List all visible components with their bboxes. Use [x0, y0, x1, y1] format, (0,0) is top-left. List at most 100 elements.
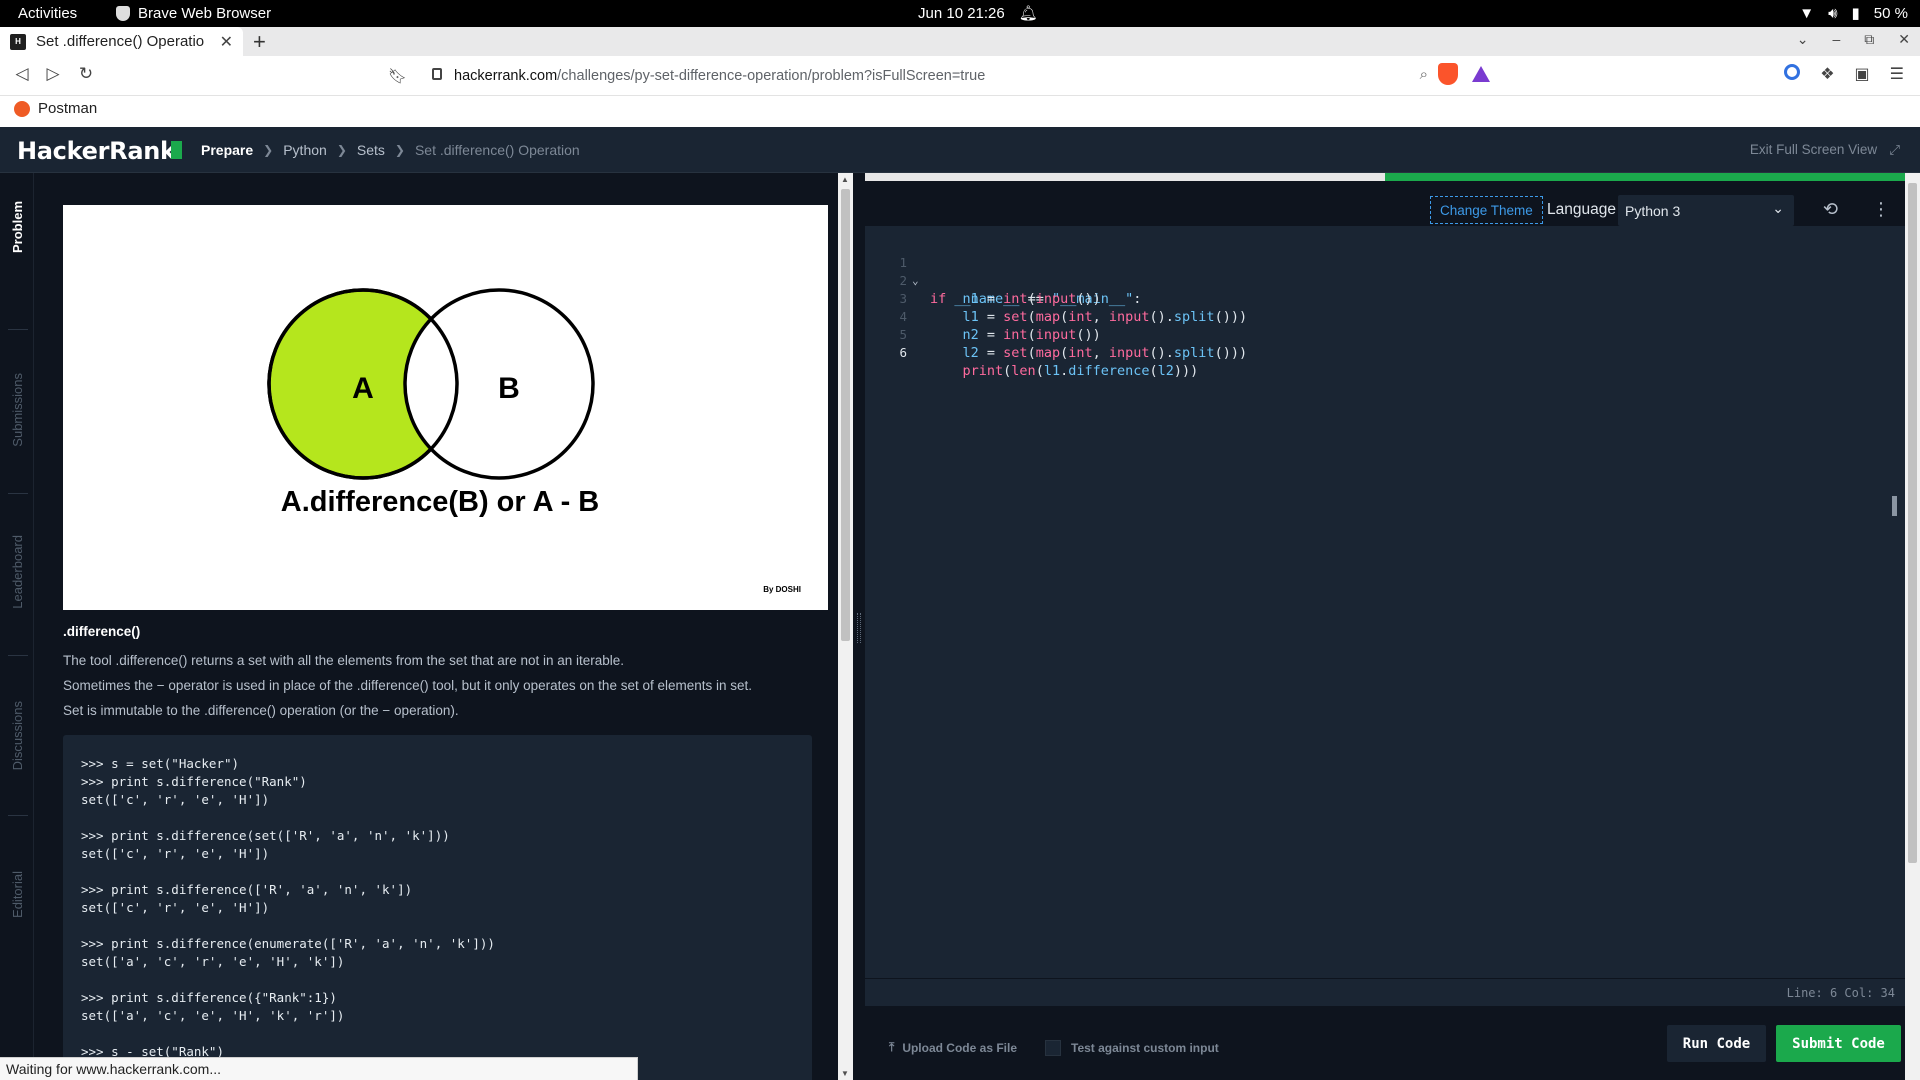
close-tab-icon[interactable]: ✕ [220, 32, 233, 52]
tab-search-chevron-icon[interactable]: ⌄ [1797, 31, 1809, 48]
custom-input-checkbox[interactable] [1045, 1040, 1061, 1056]
editor-toolbar: Change Theme Language Python 3 ⌄ ⟲ ⋮ [865, 181, 1905, 226]
code-line: 1 ⌄ if __name__ == "__main__": [865, 236, 1865, 307]
language-select[interactable]: Python 3 ⌄ [1618, 195, 1794, 226]
divider [8, 815, 28, 816]
exit-full-screen-link[interactable]: Exit Full Screen View ⤢ [1750, 142, 1900, 158]
maximize-icon[interactable]: ⧉ [1864, 31, 1874, 48]
breadcrumb-sets[interactable]: Sets [357, 142, 385, 158]
bookmarks-bar: Postman [0, 96, 1920, 127]
new-tab-button[interactable]: + [253, 29, 266, 55]
back-icon[interactable]: ◁ [10, 64, 34, 84]
brave-shields-icon[interactable] [1438, 63, 1458, 85]
problem-side-tabs: Problem Submissions Leaderboard Discussi… [0, 173, 34, 1080]
run-code-button[interactable]: Run Code [1667, 1025, 1766, 1062]
progress-bar [865, 173, 1905, 181]
venn-label-b: B [498, 372, 520, 405]
screen: Activities Brave Web Browser Jun 10 21:2… [0, 0, 1920, 1080]
wallet-icon[interactable]: ▣ [1855, 64, 1870, 84]
app-menu-label: Brave Web Browser [138, 5, 272, 22]
editor-scroll-marker[interactable] [1892, 496, 1897, 516]
tab-editorial-label: Editorial [9, 871, 25, 918]
close-window-icon[interactable]: ✕ [1898, 31, 1910, 48]
minimize-icon[interactable]: – [1832, 31, 1840, 48]
breadcrumb: Prepare ❯ Python ❯ Sets ❯ Set .differenc… [201, 142, 580, 158]
system-status-area[interactable]: ▼ 🔊︎ ▮ 50 % [1799, 4, 1908, 23]
tab-editorial[interactable]: Editorial [0, 871, 34, 918]
puzzle-extensions-icon[interactable]: ❖ [1820, 64, 1834, 84]
code-line: 5 l2 = set(map(int, input().split())) [865, 308, 1865, 361]
scrollbar-thumb[interactable] [841, 189, 850, 641]
upload-label: Upload Code as File [902, 1040, 1017, 1055]
hackerrank-header: HackerRank Prepare ❯ Python ❯ Sets ❯ Set… [0, 127, 1920, 173]
battery-icon: ▮ [1851, 5, 1860, 22]
code-line: 6 print(len(l1.difference(l2))) [865, 326, 1865, 379]
bookmark-postman[interactable]: Postman [14, 100, 97, 117]
upload-code-button[interactable]: ⤒ Upload Code as File [889, 1040, 1017, 1055]
browser-tab-active[interactable]: H Set .difference() Operatio ✕ [0, 27, 243, 56]
scrollbar-thumb[interactable] [1908, 183, 1917, 863]
clock[interactable]: Jun 10 21:26 🔔︎ [918, 4, 1038, 23]
history-icon[interactable]: ⟲ [1823, 199, 1838, 220]
code-editor[interactable]: 1 ⌄ if __name__ == "__main__": 2 n1 = in… [865, 226, 1905, 978]
line-number: 6 [899, 345, 907, 360]
change-theme-button[interactable]: Change Theme [1430, 196, 1543, 224]
custom-input-toggle[interactable]: Test against custom input [1045, 1040, 1219, 1056]
scroll-down-icon[interactable]: ▼ [841, 1069, 849, 1078]
bookmark-label: Postman [38, 100, 98, 117]
venn-caption: A.difference(B) or A - B [281, 486, 599, 518]
loading-status: Waiting for www.hackerrank.com... [0, 1057, 638, 1080]
battery-percent: 50 % [1873, 4, 1908, 22]
paragraph: Set is immutable to the .difference() op… [63, 703, 459, 718]
exit-full-screen-label: Exit Full Screen View [1749, 142, 1878, 157]
drag-handle-icon[interactable] [857, 613, 861, 643]
progress-fill [1385, 173, 1905, 181]
extension-ring-icon[interactable] [1784, 64, 1801, 80]
submit-code-button[interactable]: Submit Code [1776, 1025, 1901, 1062]
search-icon[interactable]: ⌕ [1420, 66, 1428, 83]
page-scrollbar[interactable] [1905, 173, 1920, 1080]
bell-icon: 🔔︎ [1018, 5, 1038, 22]
venn-label-a: A [352, 372, 374, 405]
tab-leaderboard-label: Leaderboard [9, 535, 25, 609]
hamburger-menu-icon[interactable]: ☰ [1890, 64, 1904, 84]
tab-problem[interactable]: Problem [0, 201, 34, 253]
breadcrumb-prepare[interactable]: Prepare [201, 142, 253, 158]
breadcrumb-chevron-icon: ❯ [336, 143, 347, 157]
language-value: Python 3 [1625, 202, 1681, 219]
wifi-icon: ▼ [1799, 4, 1815, 22]
app-menu[interactable]: Brave Web Browser [116, 5, 271, 22]
lock-icon[interactable] [432, 68, 442, 80]
brave-rewards-icon[interactable] [1472, 66, 1490, 82]
forward-icon[interactable]: ▷ [41, 64, 65, 84]
extension-icons: ❖ ▣ ☰ [1784, 64, 1904, 84]
divider [8, 329, 28, 330]
venn-diagram: A B A.difference(B) or A - B By DOSHI [63, 205, 828, 610]
more-vertical-icon[interactable]: ⋮ [1872, 199, 1890, 220]
volume-icon: 🔊︎ [1828, 4, 1838, 22]
bookmark-icon[interactable]: 🔖︎ [388, 67, 407, 85]
system-top-bar: Activities Brave Web Browser Jun 10 21:2… [0, 0, 1920, 27]
venn-svg: A B A.difference(B) or A - B [267, 288, 599, 518]
problem-scrollbar[interactable]: ▲ ▼ [838, 173, 853, 1080]
url-path: /challenges/py-set-difference-operation/… [557, 68, 986, 84]
scroll-up-icon[interactable]: ▲ [841, 175, 849, 184]
code-line: 3 l1 = set(map(int, input().split())) [865, 272, 1865, 325]
code-editor-panel: Change Theme Language Python 3 ⌄ ⟲ ⋮ 1 ⌄… [865, 173, 1905, 1080]
tab-discussions[interactable]: Discussions [0, 701, 34, 770]
paragraph: The tool .difference() returns a set wit… [63, 653, 625, 668]
reload-icon[interactable]: ↻ [74, 64, 98, 84]
address-bar[interactable]: 🔖︎ hackerrank.com/challenges/py-set-diff… [378, 61, 1496, 91]
breadcrumb-chevron-icon: ❯ [263, 143, 274, 157]
breadcrumb-python[interactable]: Python [283, 142, 327, 158]
hackerrank-logo[interactable]: HackerRank [17, 137, 176, 165]
panel-splitter[interactable] [853, 173, 865, 1080]
brave-lion-icon [116, 6, 130, 21]
tab-leaderboard[interactable]: Leaderboard [0, 535, 34, 609]
custom-input-label: Test against custom input [1071, 1041, 1219, 1055]
hackerrank-logo-mark [171, 141, 182, 159]
tab-submissions[interactable]: Submissions [0, 373, 34, 447]
postman-icon [14, 100, 30, 117]
browser-tab-strip: H Set .difference() Operatio ✕ + ⌄ – ⧉ ✕ [0, 27, 1920, 56]
activities-button[interactable]: Activities [18, 5, 77, 22]
